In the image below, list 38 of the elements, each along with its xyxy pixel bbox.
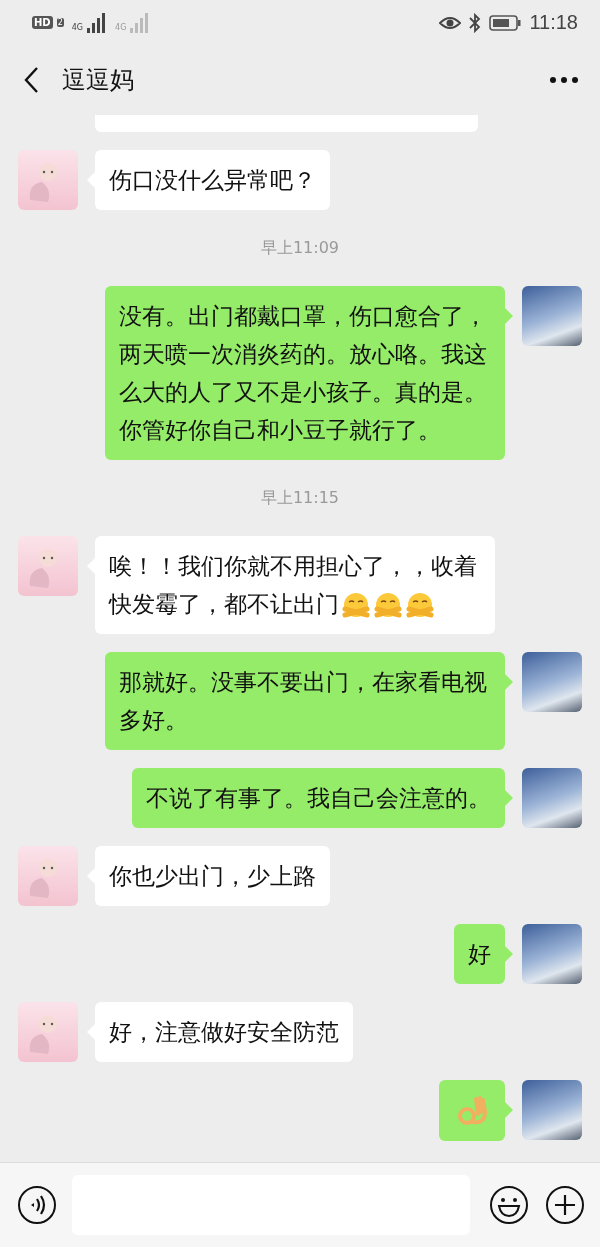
bubble-tail bbox=[505, 790, 513, 806]
bubble-tail bbox=[505, 674, 513, 690]
sim-slot-label: 2 bbox=[56, 18, 64, 27]
message-bubble: 好，注意做好安全防范 bbox=[95, 1002, 353, 1062]
message-bubble: 那就好。没事不要出门，在家看电视多好。 bbox=[105, 652, 505, 750]
eye-icon bbox=[439, 14, 462, 31]
back-icon bbox=[23, 66, 39, 94]
avatar-image[interactable] bbox=[522, 652, 582, 712]
hd-badge: HD bbox=[32, 16, 53, 29]
network-label: 4G bbox=[71, 22, 84, 32]
battery-icon bbox=[489, 13, 522, 32]
signal-icon bbox=[87, 12, 108, 33]
plus-icon bbox=[545, 1185, 585, 1225]
message-time: 早上11:09 bbox=[260, 237, 340, 259]
message-time: 早上11:15 bbox=[260, 487, 340, 509]
add-button[interactable] bbox=[544, 1184, 586, 1226]
avatar-image[interactable] bbox=[522, 1080, 582, 1140]
network-label: 4G bbox=[115, 22, 127, 32]
smiley-icon bbox=[489, 1185, 529, 1225]
avatar-image[interactable] bbox=[522, 768, 582, 828]
message-bubble: 没有。出门都戴口罩，伤口愈合了，两天喷一次消炎药的。放心咯。我这么大的人了又不是小孩子。真的是。你管好你自己和小豆子就行了。 bbox=[105, 286, 505, 460]
chat-title: 逗逗妈 bbox=[62, 65, 135, 96]
message-bubble: 不说了有事了。我自己会注意的。 bbox=[132, 768, 505, 828]
signal-icon bbox=[130, 12, 151, 33]
message-bubble: 唉！！我们你就不用担心了，，收着快发霉了，都不让出门 bbox=[95, 536, 495, 634]
message-bubble: 伤口没什么异常吧？ bbox=[95, 150, 330, 210]
more-icon bbox=[549, 76, 579, 84]
bubble-tail bbox=[505, 308, 513, 324]
bluetooth-icon bbox=[469, 12, 482, 33]
clock-time: 11:18 bbox=[529, 11, 578, 34]
emoji-button[interactable] bbox=[488, 1184, 530, 1226]
avatar-image[interactable] bbox=[522, 924, 582, 984]
message-bubble: 你也少出门，少上路 bbox=[95, 846, 330, 906]
voice-button[interactable] bbox=[16, 1184, 58, 1226]
avatar-image[interactable] bbox=[522, 286, 582, 346]
voice-icon bbox=[17, 1185, 57, 1225]
message-bubble: 好 bbox=[454, 924, 505, 984]
bubble-tail bbox=[505, 946, 513, 962]
